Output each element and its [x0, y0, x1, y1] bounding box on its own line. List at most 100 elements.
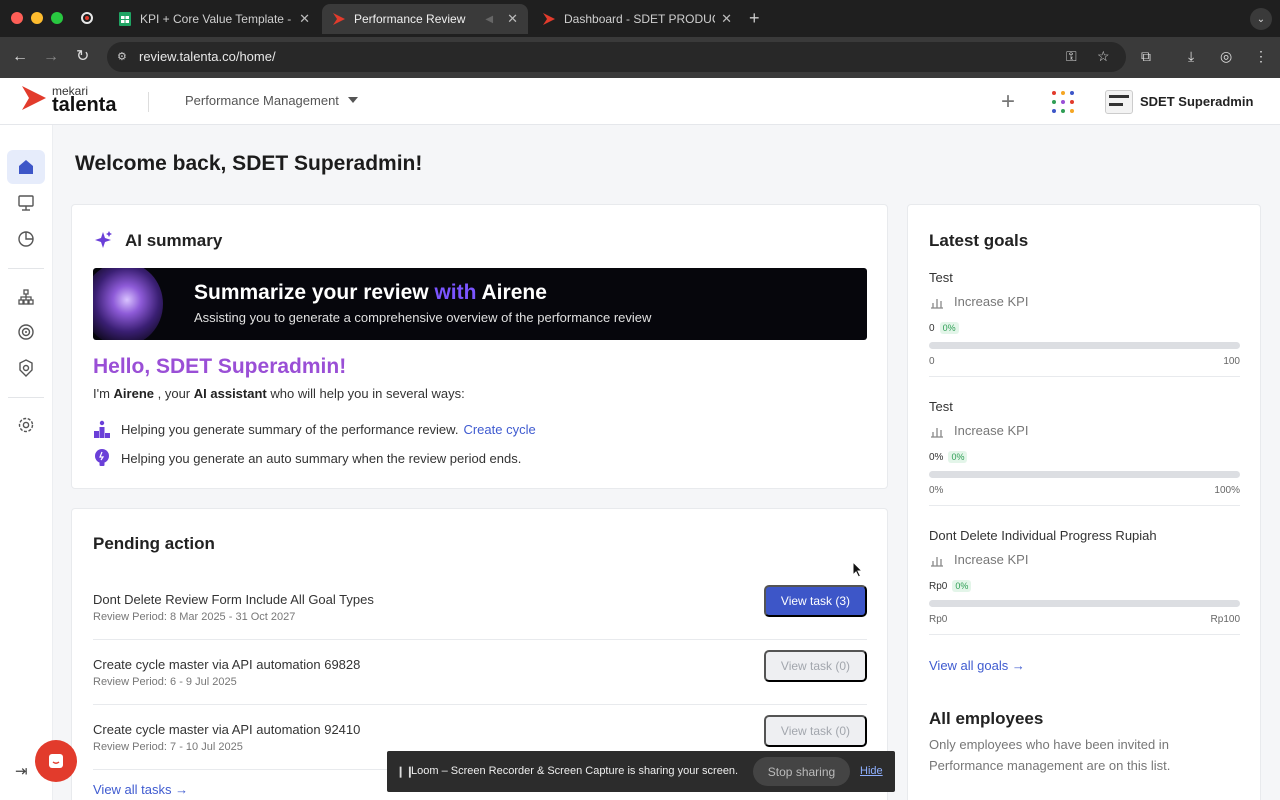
ai-summary-title: AI summary: [125, 231, 223, 250]
goal-progress-bar: [929, 600, 1240, 607]
view-all-goals-link[interactable]: View all goals →: [929, 658, 1025, 673]
sidebar-divider: [8, 397, 44, 398]
goal-item[interactable]: Dont Delete Individual Progress Rupiah I…: [929, 528, 1240, 657]
tab-title: Performance Review: [354, 12, 466, 26]
add-icon[interactable]: +: [1001, 88, 1015, 116]
chevron-down-icon[interactable]: [348, 97, 358, 103]
record-icon: [81, 12, 93, 24]
goal-item[interactable]: Test Increase KPI 0 0% 0 100: [929, 270, 1240, 399]
goal-max: Rp100: [1210, 614, 1240, 625]
close-tab-icon[interactable]: ✕: [299, 11, 310, 27]
address-bar[interactable]: ⚙ review.talenta.co/home/: [107, 42, 1126, 72]
goal-type: Increase KPI: [954, 294, 1029, 309]
page-title: Welcome back, SDET Superadmin!: [75, 152, 423, 175]
stop-sharing-button[interactable]: Stop sharing: [753, 757, 850, 786]
collapse-sidebar-icon[interactable]: ⇥: [15, 762, 28, 780]
ai-summary-card: AI summary Summarize your review with Ai…: [71, 204, 888, 489]
close-tab-icon[interactable]: ✕: [721, 11, 732, 27]
help-text: Helping you generate summary of the perf…: [121, 421, 459, 437]
view-all-tasks-link[interactable]: View all tasks →: [93, 782, 188, 797]
bar-chart-icon: [931, 557, 943, 567]
intro-text: I'm: [93, 386, 114, 401]
tab-dashboard[interactable]: Dashboard - SDET PRODUCT ✕: [532, 4, 742, 34]
close-tab-icon[interactable]: ✕: [507, 11, 518, 27]
sidebar-item-settings[interactable]: [7, 408, 45, 442]
user-name[interactable]: SDET Superadmin: [1140, 94, 1253, 109]
minimize-window-button[interactable]: [31, 12, 43, 24]
banner-title-with: with: [434, 281, 477, 304]
sidebar-item-review[interactable]: [7, 186, 45, 220]
sparkle-icon: [95, 231, 112, 248]
banner-title-post: Airene: [481, 281, 547, 304]
banner-title: Summarize your review with Airene: [194, 281, 547, 305]
app-grid-icon[interactable]: [1052, 91, 1074, 113]
pie-chart-icon: [18, 231, 34, 247]
task-name: Dont Delete Review Form Include All Goal…: [93, 592, 374, 607]
intro-assistant-role: AI assistant: [193, 386, 267, 401]
tab-performance-review[interactable]: Performance Review ◀ ✕: [322, 4, 528, 34]
maximize-window-button[interactable]: [51, 12, 63, 24]
module-switcher[interactable]: Performance Management: [185, 93, 339, 108]
browser-tab-bar: KPI + Core Value Template - G ✕ Performa…: [0, 0, 1280, 37]
goal-percent-badge: 0%: [948, 451, 968, 463]
download-icon[interactable]: ⤓: [1188, 48, 1194, 65]
goal-min: 0%: [929, 485, 944, 496]
browser-menu-icon[interactable]: ⋮: [1254, 48, 1268, 65]
sidebar-item-goals[interactable]: [7, 315, 45, 349]
divider: [929, 634, 1240, 635]
tab-kpi-template[interactable]: KPI + Core Value Template - G ✕: [108, 4, 320, 34]
extensions-icon[interactable]: ⧉: [1141, 48, 1151, 65]
mouse-cursor-icon: [852, 561, 864, 578]
arrow-right-icon: →: [1011, 658, 1025, 673]
goal-current: 0% 0%: [929, 451, 968, 463]
sidebar-item-home[interactable]: [7, 150, 45, 184]
view-task-button[interactable]: View task (0): [764, 650, 867, 682]
url-text: review.talenta.co/home/: [139, 49, 276, 64]
talenta-logo[interactable]: mekari talenta: [20, 84, 117, 116]
bookmark-star-icon[interactable]: ☆: [1097, 48, 1110, 65]
goal-min: 0: [929, 356, 935, 367]
all-employees-description: Only employees who have been invited in …: [929, 737, 1171, 773]
latest-goals-card: Latest goals Test Increase KPI 0 0% 0 100…: [907, 204, 1261, 800]
brand-big: talenta: [52, 94, 117, 116]
task-period: Review Period: 6 - 9 Jul 2025: [93, 676, 237, 688]
view-task-button[interactable]: View task (0): [764, 715, 867, 747]
all-employees-title: All employees: [929, 709, 1044, 728]
goal-type: Increase KPI: [954, 423, 1029, 438]
browser-toolbar: ← → ↻ ⚙ review.talenta.co/home/ ⚿ ☆ ⧉ ⤓ …: [0, 37, 1280, 78]
sheets-icon: [118, 12, 132, 26]
site-info-icon[interactable]: ⚙: [117, 50, 131, 64]
view-all-tasks-label: View all tasks: [93, 782, 172, 797]
sidebar-item-organization[interactable]: [7, 280, 45, 314]
task-period: Review Period: 8 Mar 2025 - 31 Oct 2027: [93, 611, 296, 623]
chat-icon: [49, 754, 63, 768]
task-period: Review Period: 7 - 10 Jul 2025: [93, 741, 243, 753]
sidebar-item-competency[interactable]: [7, 351, 45, 385]
latest-goals-title: Latest goals: [929, 231, 1029, 250]
goal-name: Test: [929, 399, 953, 414]
view-task-button[interactable]: View task (3): [764, 585, 867, 617]
goal-current: Rp0 0%: [929, 580, 972, 592]
reload-button[interactable]: ↻: [76, 47, 89, 67]
intro-text: who will help you in several ways:: [266, 386, 465, 401]
task-name: Create cycle master via API automation 6…: [93, 657, 361, 672]
bar-chart-icon: [931, 428, 943, 438]
avatar[interactable]: [1105, 90, 1133, 114]
back-button[interactable]: ←: [12, 47, 28, 67]
goal-max: 100%: [1214, 485, 1240, 496]
tab-search-button[interactable]: ⌄: [1250, 8, 1272, 30]
create-cycle-link[interactable]: Create cycle: [463, 422, 535, 437]
password-key-icon[interactable]: ⚿: [1066, 48, 1077, 65]
profile-icon[interactable]: ◎: [1220, 48, 1232, 65]
forward-button[interactable]: →: [43, 47, 59, 67]
goal-item[interactable]: Test Increase KPI 0% 0% 0% 100%: [929, 399, 1240, 528]
hide-share-bar-link[interactable]: Hide: [860, 765, 883, 777]
new-tab-button[interactable]: +: [749, 8, 760, 28]
chat-launcher-button[interactable]: [35, 740, 77, 782]
close-window-button[interactable]: [11, 12, 23, 24]
tab-title: Dashboard - SDET PRODUCT: [564, 12, 716, 26]
sidebar-item-analytics[interactable]: [7, 222, 45, 256]
task-row: Create cycle master via API automation 6…: [93, 640, 867, 705]
divider: [929, 376, 1240, 377]
home-icon: [19, 160, 33, 174]
